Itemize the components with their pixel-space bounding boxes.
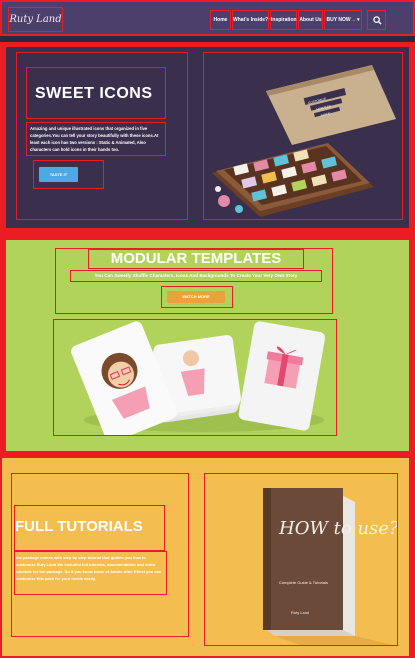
nav-buy-now[interactable]: BUY NOW→ ▾ xyxy=(324,10,362,30)
chocolate-box-icon: CUSTOMIZE ANIMATED STATIC xyxy=(212,65,396,217)
book-author: Ruty Land xyxy=(291,610,309,615)
taste-it-button-wrapper: TASTE IT xyxy=(33,160,104,189)
navbar: Ruty Land Home What's Inside? ▾ Inspirat… xyxy=(0,0,415,36)
tutorial-book-illustration: HOW to use? Complete Guide & Tutorials R… xyxy=(204,473,399,646)
site-logo[interactable]: Ruty Land xyxy=(8,7,63,32)
watch-more-button[interactable]: WATCH MORE xyxy=(167,291,225,303)
nav-about-us[interactable]: About Us xyxy=(298,10,323,30)
modular-templates-section: MODULAR TEMPLATES You Can Sweetly Shuffl… xyxy=(4,238,411,453)
template-cards-illustration xyxy=(53,319,337,443)
sweet-icons-title: SWEET ICONS xyxy=(26,67,166,119)
full-tutorials-title: FULL TUTORIALS xyxy=(14,505,165,551)
nav-whats-inside[interactable]: What's Inside? ▾ xyxy=(232,10,272,30)
sweet-icons-description: Amazing and unique illustrated icons tha… xyxy=(26,122,166,156)
modular-templates-title: MODULAR TEMPLATES xyxy=(88,249,304,269)
book-subtitle: Complete Guide & Tutorials xyxy=(279,580,328,585)
watch-more-button-wrapper: WATCH MORE xyxy=(161,286,233,308)
sweet-icons-section: SWEET ICONS Amazing and unique illustrat… xyxy=(4,45,411,230)
search-button[interactable] xyxy=(367,10,386,30)
book-title: HOW to use? xyxy=(278,518,397,539)
nav-home[interactable]: Home xyxy=(210,10,231,30)
chocolate-box-illustration: CUSTOMIZE ANIMATED STATIC xyxy=(203,52,403,220)
taste-it-button[interactable]: TASTE IT xyxy=(39,167,78,182)
book-icon: HOW to use? Complete Guide & Tutorials R… xyxy=(263,488,399,645)
nav-shadow xyxy=(0,36,415,42)
full-tutorials-section: FULL TUTORIALS the package comes with st… xyxy=(0,456,411,658)
playing-cards-icon xyxy=(71,321,326,443)
search-icon xyxy=(373,16,382,25)
nav-inspiration[interactable]: Inspiration xyxy=(270,10,297,30)
full-tutorials-description: the package comes with step by step tuto… xyxy=(14,551,167,595)
modular-templates-subtitle: You Can Sweetly Shuffle Characters, Icon… xyxy=(70,270,322,282)
